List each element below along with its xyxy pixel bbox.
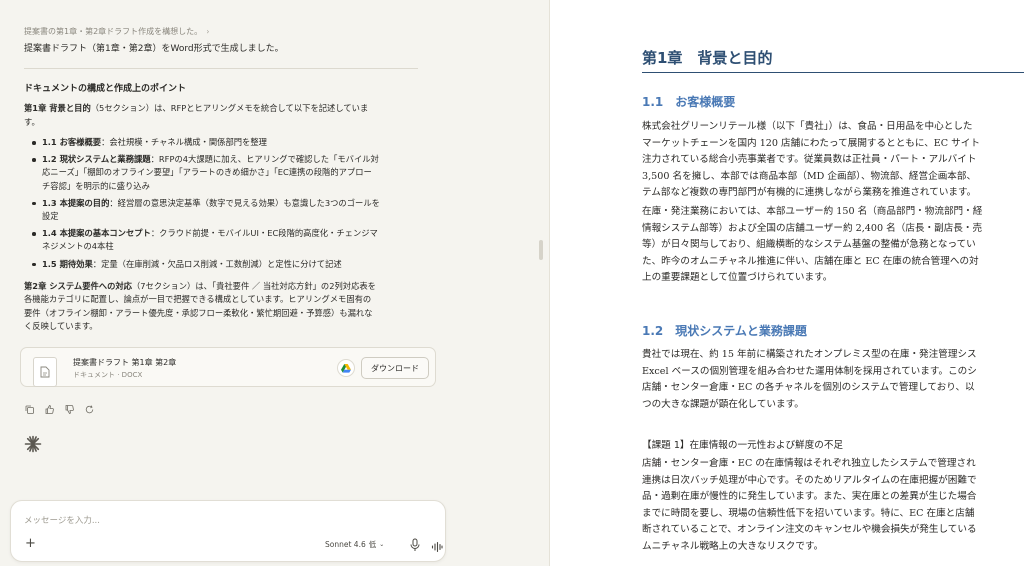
chevron-down-icon: ⌄ — [379, 541, 385, 548]
pane-resize-handle[interactable] — [539, 240, 543, 260]
issue-1-paragraph: 店舗・センター倉庫・EC の在庫情報はそれぞれ独立したシステムで管理され 連携は日… — [642, 456, 1024, 555]
copy-icon[interactable] — [24, 404, 34, 414]
thumbs-up-icon[interactable] — [44, 404, 54, 414]
text-line: 3,500 名を擁し、本部では商品本部（MD 企画部）、物流部、経営企画本部、 — [642, 170, 977, 182]
effort-level: 低 — [368, 540, 377, 549]
thinking-summary[interactable]: 提案書の第1章・第2章ドラフト作成を構想した。 › — [24, 24, 414, 38]
chevron-right-icon[interactable]: › — [206, 27, 209, 36]
message-input[interactable]: メッセージを入力... — [24, 514, 100, 526]
divider — [24, 68, 418, 69]
chat-message: 提案書の第1章・第2章ドラフト作成を構想した。 › 提案書ドラフト（第1章・第2… — [24, 24, 418, 334]
section-1-1-paragraph-2: 在庫・発注業務においては、本部ユーザー約 150 名（商品部門・物流部門・経 情報… — [642, 204, 1024, 287]
section-1-2-paragraph-1: 貴社では現在、約 15 年前に構築されたオンプレミス型の在庫・発注管理シス Exc… — [642, 347, 1024, 413]
thumbs-down-icon[interactable] — [64, 404, 74, 414]
text-line: 品・過剰在庫が慢性的に発生しています。また、実在庫との差異が生じた場合 — [642, 491, 977, 502]
response-intro: 提案書ドラフト（第1章・第2章）をWord形式で生成しました。 — [24, 44, 284, 54]
chapter1-paragraph: 第1章 背景と目的（5セクション）は、RFPとヒアリングメモを統合して以下を記述… — [24, 103, 369, 127]
section-1-1-title: 1.1 お客様概要 — [642, 95, 736, 109]
section-1-1-paragraph-1: 株式会社グリーンリテール様（以下「貴社」）は、食品・日用品を中心とした マーケット… — [642, 119, 1024, 202]
claude-spark-icon — [24, 435, 42, 453]
text-line: 貴社では現在、約 15 年前に構築されたオンプレミス型の在庫・発注管理シス — [642, 349, 977, 360]
chapter2-bold: 第2章 システム要件への対応 — [24, 280, 132, 291]
microphone-icon[interactable] — [409, 537, 421, 551]
chat-pane: 提案書の第1章・第2章ドラフト作成を構想した。 › 提案書ドラフト（第1章・第2… — [0, 0, 540, 566]
text-line: テム部など複数の専門部門が有機的に連携しながら業務を推進されています。 — [642, 187, 977, 198]
chapter2-paragraph: 第2章 システム要件への対応（7セクション）は、「貴社要件 ／ 当社対応方針」の… — [24, 280, 376, 332]
text-line: 店舗・センター倉庫・EC の在庫情報はそれぞれ独立したシステムで管理され — [642, 458, 976, 469]
chapter-rule — [642, 72, 1024, 73]
text-line: 店舗・センター倉庫・EC の各チャネルを個別のシステムで管理しており、以 — [642, 382, 975, 393]
bullet-item: 1.1 お客様概要：会社規模・チャネル構成・関係部門を整理 — [28, 136, 414, 149]
model-name: Sonnet 4.6 — [325, 540, 366, 549]
file-attachment-card[interactable]: 提案書ドラフト 第1章 第2章 ドキュメント · DOCX ダウンロード — [20, 347, 436, 387]
text-line: た、昨今のオムニチャネル推進に伴い、店舗在庫と EC 在庫の統合管理への対 — [642, 255, 979, 267]
bullet-item: 1.3 本提案の目的：経営層の意思決定基準（数字で見える効果）も意識した3つのゴ… — [28, 197, 414, 223]
file-name: 提案書ドラフト 第1章 第2章 — [73, 358, 177, 367]
text-line: 情報システム部等）および全国の店舗ユーザー約 2,400 名（店長・副店長・売 — [642, 222, 983, 234]
google-drive-icon[interactable] — [337, 359, 355, 377]
text-line: マーケットチェーンを国内 120 店舗にわたって展開するとともに、EC サイト — [642, 137, 980, 149]
bullet-item: 1.2 現状システムと業務課題：RFPの4大課題に加え、ヒアリングで確認した「モ… — [28, 153, 414, 193]
download-button[interactable]: ダウンロード — [361, 357, 429, 379]
add-attachment-button[interactable]: + — [25, 537, 36, 551]
retry-icon[interactable] — [84, 404, 94, 414]
model-selector[interactable]: Sonnet 4.6 低 ⌄ — [325, 539, 384, 550]
section-heading: ドキュメントの構成と作成上のポイント — [24, 84, 187, 94]
message-composer[interactable]: メッセージを入力... + Sonnet 4.6 低 ⌄ — [10, 500, 446, 562]
document-icon — [33, 357, 57, 387]
text-line: 株式会社グリーンリテール様（以下「貴社」）は、食品・日用品を中心とした — [642, 121, 973, 132]
voice-mode-icon[interactable] — [431, 538, 443, 553]
text-line: 等）が日々関与しており、組織横断的なシステム基盤の整備が急務となってい — [642, 239, 976, 250]
text-line: つの大きな課題が顕在化しています。 — [642, 398, 804, 410]
issue-1-heading: 【課題 1】在庫情報の一元性および鮮度の不足 — [642, 440, 844, 451]
text-line: 上の重要課題として位置づけられています。 — [642, 272, 833, 283]
text-line: 断されていることで、オンライン注文のキャンセルや機会損失が発生している — [642, 524, 977, 535]
thinking-summary-text: 提案書の第1章・第2章ドラフト作成を構想した。 — [24, 26, 203, 36]
chapter-title: 第1章 背景と目的 — [642, 49, 773, 67]
document-preview-pane: 第1章 背景と目的 1.1 お客様概要 株式会社グリーンリテール様（以下「貴社」… — [549, 0, 1024, 566]
text-line: までに時間を要し、現場の信頼性低下を招いています。特に、EC 在庫と店舗 — [642, 507, 975, 519]
text-line: 連携は日次バッチ処理が中心です。そのためリアルタイムの在庫把握が困難で — [642, 474, 977, 486]
bullet-list: 1.1 お客様概要：会社規模・チャネル構成・関係部門を整理 1.2 現状システムと… — [24, 136, 414, 271]
bullet-item: 1.5 期待効果：定量（在庫削減・欠品ロス削減・工数削減）と定性に分けて記述 — [28, 258, 414, 271]
bullet-item: 1.4 本提案の基本コンセプト：クラウド前提・モバイルUI・EC段階的高度化・チ… — [28, 227, 414, 253]
text-line: 注力されている総合小売事業者です。従業員数は正社員・パート・アルバイト — [642, 154, 977, 165]
chapter1-bold: 第1章 背景と目的 — [24, 103, 91, 113]
message-actions — [24, 404, 94, 414]
text-line: Excel ベースの個別管理を組み合わせた運用体制を採用されています。このシ — [642, 365, 977, 377]
file-meta: ドキュメント · DOCX — [73, 371, 143, 379]
text-line: 在庫・発注業務においては、本部ユーザー約 150 名（商品部門・物流部門・経 — [642, 206, 983, 217]
text-line: ムニチャネル戦略上の大きなリスクです。 — [642, 540, 824, 552]
section-1-2-title: 1.2 現状システムと業務課題 — [642, 324, 807, 338]
